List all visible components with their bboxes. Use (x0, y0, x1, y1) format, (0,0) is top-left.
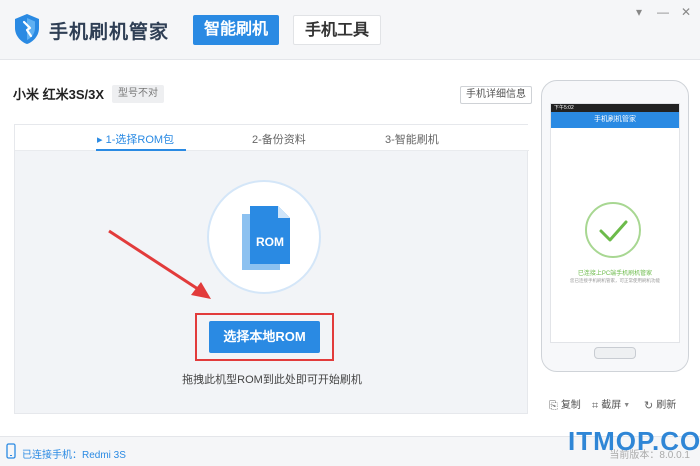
step-tabs: ▸ 1-选择ROM包 2-备份资料 3-智能刷机 (15, 125, 529, 151)
refresh-button[interactable]: ↻ 刷新 (644, 397, 676, 415)
step-select-rom[interactable]: ▸ 1-选择ROM包 (97, 131, 174, 147)
screenshot-button[interactable]: ⌗ 截屏 ▼ (592, 397, 630, 415)
chevron-down-icon[interactable]: ▼ (623, 397, 630, 415)
menu-dropdown-icon[interactable]: ▾ (631, 4, 647, 20)
app-header: 手机刷机管家 智能刷机 手机工具 ▾ — ✕ (0, 0, 700, 60)
select-local-rom-button[interactable]: 选择本地ROM (209, 321, 320, 353)
step-marker-icon: ▸ (97, 134, 103, 146)
copy-icon: ⎘ (549, 400, 558, 412)
step-backup[interactable]: 2-备份资料 (252, 131, 306, 147)
phone-details-button[interactable]: 手机详细信息 (460, 86, 532, 104)
step-label: 1-选择ROM包 (105, 134, 175, 146)
phone-home-button (594, 347, 636, 359)
check-circle-icon (585, 202, 641, 258)
tab-smart-flash[interactable]: 智能刷机 (193, 15, 280, 45)
phone-screen: 下午5:02 手机刷机管家 已连接上PC端手机刷机管家 您已连接手机刷机管家，可… (550, 103, 680, 343)
active-step-underline (96, 149, 186, 151)
app-title: 手机刷机管家 (49, 22, 170, 43)
shield-logo-icon (15, 14, 39, 44)
copy-button[interactable]: ⎘ 复制 (549, 397, 581, 415)
screenshot-label: 截屏 (601, 400, 622, 411)
watermark: ITMOP.COM (568, 426, 700, 456)
rom-select-panel: ▸ 1-选择ROM包 2-备份资料 3-智能刷机 ROM 选择本地ROM 拖拽此… (14, 124, 529, 414)
phone-sub-text: 您已连接手机刷机管家，可正常使用刷机功能 (570, 278, 660, 283)
rom-drop-zone[interactable]: ROM (207, 180, 321, 294)
step-smart-flash[interactable]: 3-智能刷机 (385, 131, 439, 147)
phone-icon (6, 443, 16, 459)
minimize-icon[interactable]: — (655, 4, 671, 20)
refresh-label: 刷新 (656, 400, 677, 411)
rom-icon-label: ROM (256, 235, 284, 249)
crop-icon: ⌗ (592, 400, 599, 412)
connected-device-text: 已连接手机：Redmi 3S (22, 450, 126, 461)
device-name: 小米 红米3S/3X (13, 87, 105, 102)
model-mismatch-badge[interactable]: 型号不对 (112, 85, 164, 103)
drag-hint-text: 拖拽此机型ROM到此处即可开始刷机 (182, 374, 362, 386)
copy-label: 复制 (560, 400, 581, 411)
phone-preview: 下午5:02 手机刷机管家 已连接上PC端手机刷机管家 您已连接手机刷机管家，可… (541, 80, 689, 372)
close-icon[interactable]: ✕ (678, 4, 694, 20)
refresh-icon: ↻ (644, 400, 654, 412)
phone-app-title: 手机刷机管家 (551, 112, 679, 128)
rom-file-icon: ROM (242, 206, 290, 270)
phone-status-time: 下午5:02 (551, 104, 679, 112)
tab-phone-tools[interactable]: 手机工具 (293, 15, 382, 45)
phone-connected-text: 已连接上PC端手机刷机管家 (577, 271, 653, 277)
